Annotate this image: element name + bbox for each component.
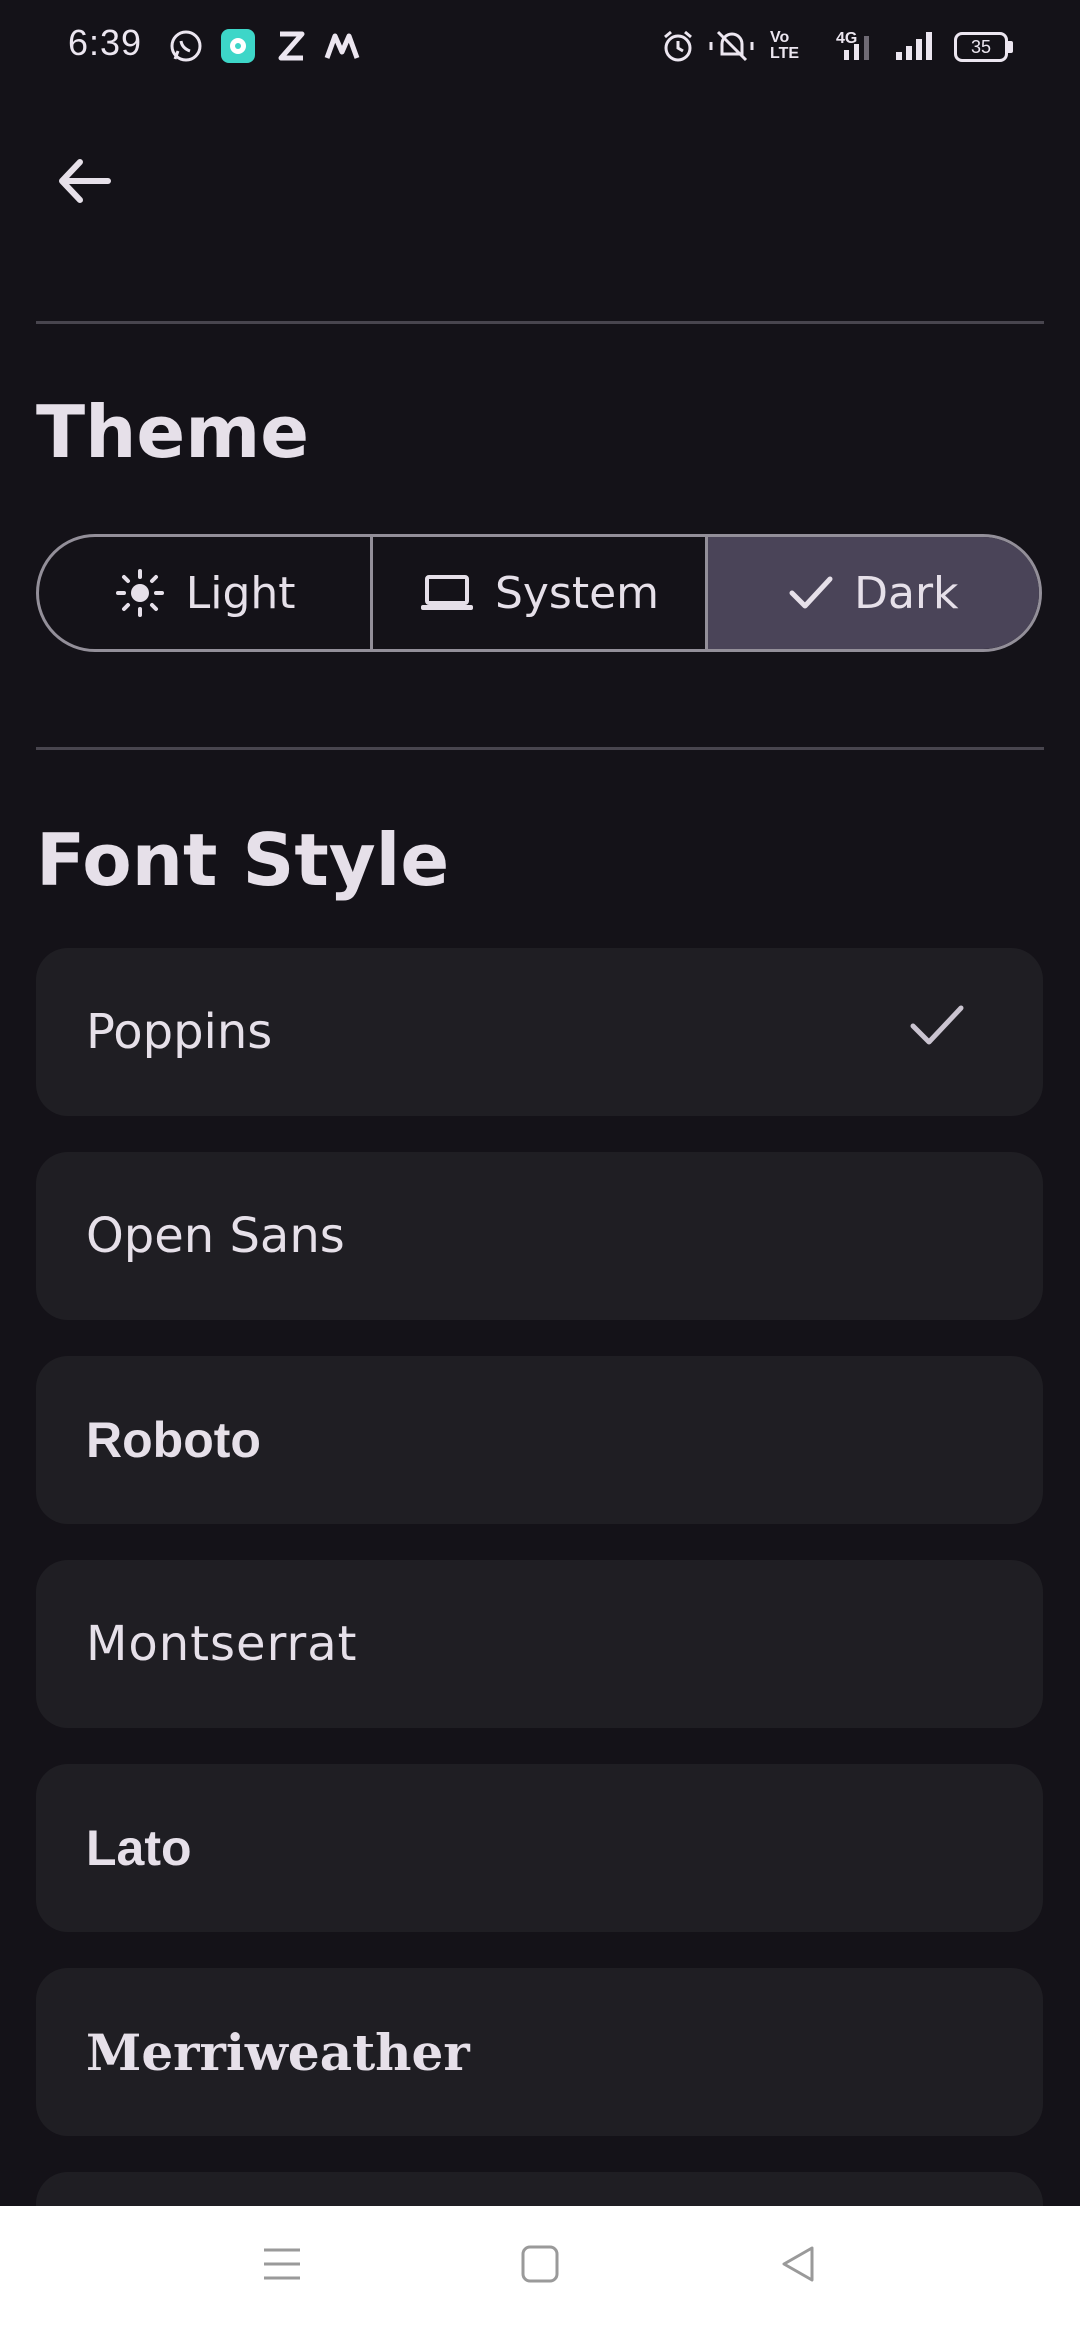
- alarm-icon: [664, 30, 692, 62]
- font-option-label: Roboto: [86, 1412, 261, 1468]
- font-option-label: Montserrat: [86, 1616, 358, 1672]
- theme-option-system[interactable]: System: [370, 537, 704, 649]
- back-triangle-icon[interactable]: [776, 2242, 820, 2286]
- m-icon: [324, 33, 360, 59]
- divider-middle: [36, 747, 1044, 750]
- arrow-back-icon: [59, 159, 111, 203]
- theme-title: Theme: [36, 390, 310, 474]
- font-option-label: Merriweather: [86, 2022, 470, 2082]
- z-icon: [278, 31, 305, 61]
- sun-icon: [114, 567, 166, 619]
- font-option-label: Open Sans: [86, 1208, 345, 1264]
- battery-level: 35: [970, 36, 992, 57]
- theme-segmented-control: Light System Dark: [36, 534, 1042, 652]
- battery-tip: [1008, 41, 1013, 53]
- font-option-merriweather[interactable]: Merriweather: [36, 1968, 1043, 2136]
- volte-icon: Vo LTE: [770, 29, 800, 62]
- divider-top: [36, 321, 1044, 324]
- whatsapp-icon: [170, 30, 202, 62]
- system-nav-bar: [0, 2206, 1080, 2340]
- theme-option-label: Light: [185, 567, 296, 619]
- font-option-roboto[interactable]: Roboto: [36, 1356, 1043, 1524]
- signal-bars-icon: [896, 32, 932, 60]
- laptop-icon: [419, 571, 475, 615]
- battery-icon: 35: [954, 32, 1008, 62]
- check-icon: [910, 1005, 964, 1045]
- app-icon: [221, 29, 255, 63]
- back-button[interactable]: [50, 150, 120, 212]
- menu-icon[interactable]: [260, 2242, 304, 2286]
- font-option-montserrat[interactable]: Montserrat: [36, 1560, 1043, 1728]
- font-style-title: Font Style: [36, 818, 450, 902]
- theme-option-label: Dark: [854, 567, 959, 619]
- font-option-label: Poppins: [86, 1004, 273, 1060]
- font-option-poppins[interactable]: Poppins: [36, 948, 1043, 1116]
- signal-icon: [844, 36, 869, 60]
- theme-option-dark[interactable]: Dark: [704, 537, 1039, 649]
- theme-option-label: System: [494, 567, 660, 619]
- check-icon: [788, 573, 834, 613]
- font-option-lato[interactable]: Lato: [36, 1764, 1043, 1932]
- mute-icon: [709, 30, 754, 62]
- home-icon[interactable]: [518, 2242, 562, 2286]
- font-option-label: Lato: [86, 1820, 192, 1876]
- status-bar: 6:39 Vo LTE 4G 35: [0, 0, 1080, 100]
- theme-option-light[interactable]: Light: [39, 537, 370, 649]
- status-time: 6:39: [68, 22, 143, 63]
- font-option-open-sans[interactable]: Open Sans: [36, 1152, 1043, 1320]
